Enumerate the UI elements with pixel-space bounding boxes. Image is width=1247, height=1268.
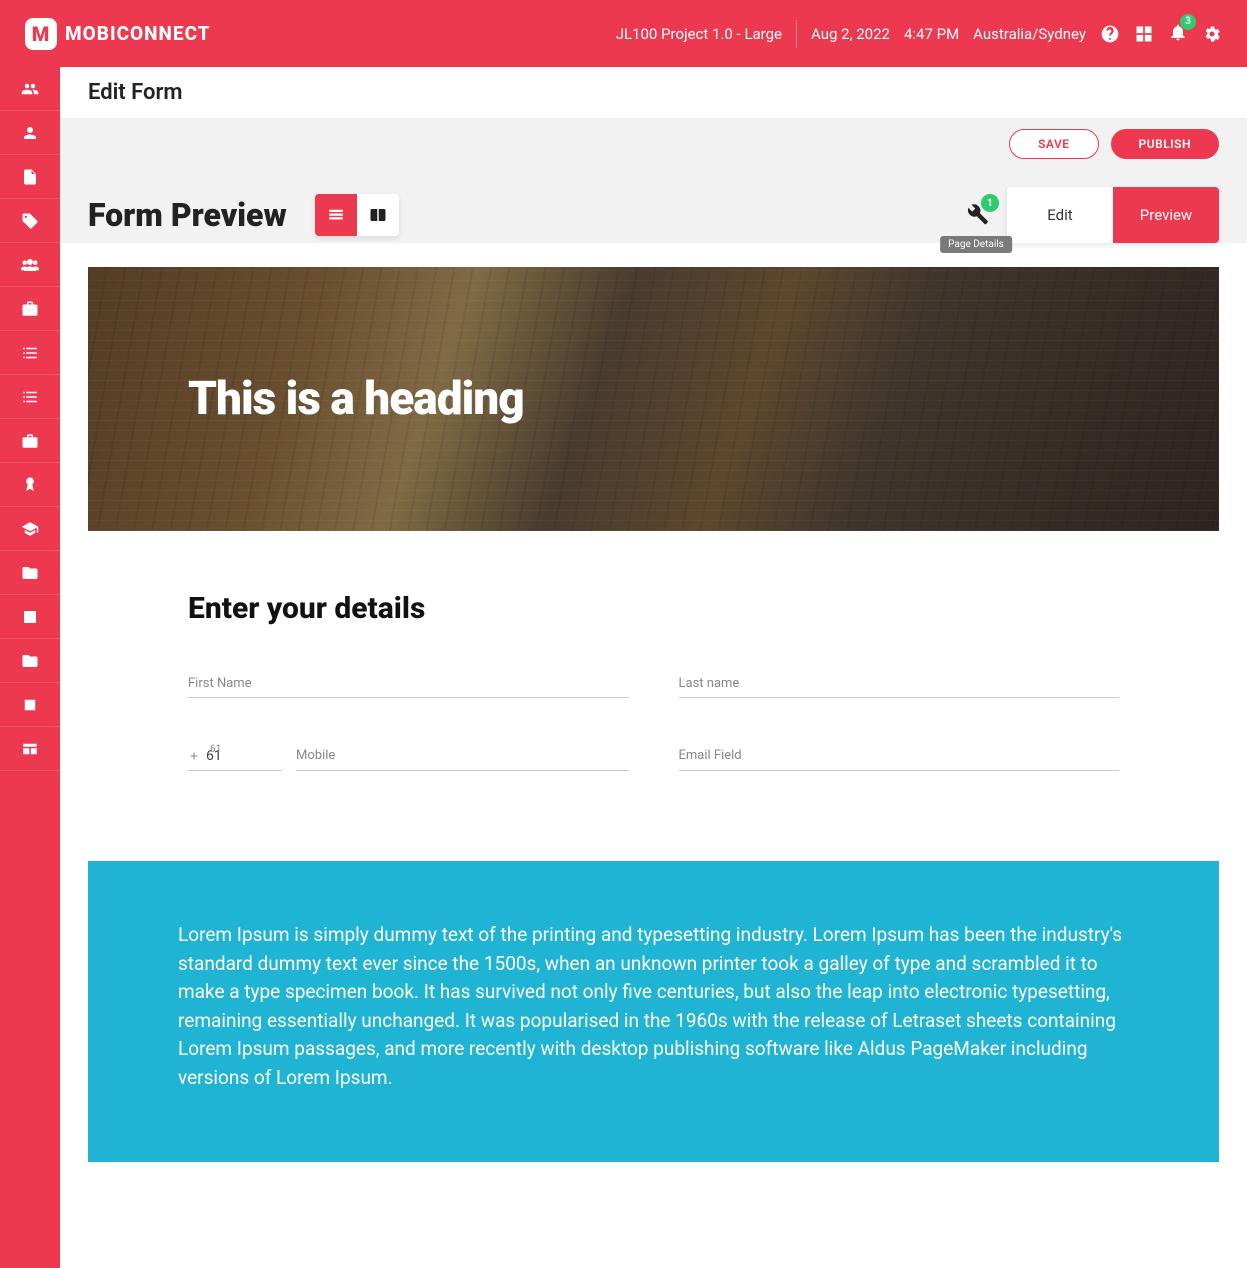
email-label: Email Field <box>679 748 1120 763</box>
brand-name: MOBICONNECT <box>65 22 211 45</box>
hero-banner: This is a heading <box>88 267 1219 531</box>
apps-icon[interactable] <box>1134 24 1154 44</box>
project-name[interactable]: JL100 Project 1.0 - Large <box>616 25 782 43</box>
view-toggle <box>315 194 399 236</box>
tab-edit[interactable]: Edit <box>1007 187 1113 243</box>
sidebar-item-briefcase[interactable] <box>0 419 60 463</box>
publish-button[interactable]: PUBLISH <box>1111 129 1219 159</box>
last-name-label: Last name <box>679 676 1120 691</box>
logo[interactable]: M MOBICONNECT <box>25 18 211 50</box>
first-name-label: First Name <box>188 676 629 691</box>
email-field[interactable]: Email Field <box>679 748 1120 771</box>
sidebar-item-team[interactable] <box>0 243 60 287</box>
mode-tabs: Edit Preview <box>1007 187 1219 243</box>
action-row: SAVE PUBLISH <box>60 119 1247 159</box>
page-details-button[interactable]: 1 Page Details <box>963 200 989 230</box>
sidebar-item-users[interactable] <box>0 67 60 111</box>
page-title: Edit Form <box>88 80 183 105</box>
form-canvas: This is a heading Enter your details Fir… <box>88 267 1219 1162</box>
sidebar-item-list2[interactable] <box>0 375 60 419</box>
subheader: Edit Form <box>60 67 1247 119</box>
section-title: Enter your details <box>188 591 1119 626</box>
cc-small-label: 61 <box>210 744 221 755</box>
save-button[interactable]: SAVE <box>1009 129 1098 159</box>
cc-value: 61 <box>188 748 282 764</box>
sidebar-item-tag[interactable] <box>0 199 60 243</box>
help-icon[interactable] <box>1100 24 1120 44</box>
sidebar-item-education[interactable] <box>0 507 60 551</box>
sidebar-item-list1[interactable] <box>0 331 60 375</box>
logo-badge-icon: M <box>25 18 57 50</box>
divider <box>796 20 797 48</box>
mobile-label: Mobile <box>296 748 629 763</box>
settings-icon[interactable] <box>1202 24 1222 44</box>
mobile-field[interactable]: Mobile <box>296 748 629 771</box>
sidebar-item-award[interactable] <box>0 463 60 507</box>
sidebar-item-medical[interactable] <box>0 595 60 639</box>
view-book-button[interactable] <box>357 194 399 236</box>
sidebar-item-folder2[interactable] <box>0 639 60 683</box>
first-name-field[interactable]: First Name <box>188 676 629 698</box>
country-code-field[interactable]: 61 61 <box>188 748 282 771</box>
sidebar-item-folder1[interactable] <box>0 551 60 595</box>
sidebar <box>0 67 60 1268</box>
hero-title: This is a heading <box>188 372 524 426</box>
sidebar-item-table[interactable] <box>0 727 60 771</box>
notif-count: 3 <box>1180 14 1196 30</box>
preview-header: Form Preview 1 Page Details Edit Preview <box>60 159 1247 243</box>
header-tz: Australia/Sydney <box>973 25 1086 43</box>
preview-title: Form Preview <box>88 196 287 234</box>
sidebar-item-profile[interactable] <box>0 111 60 155</box>
header-date: Aug 2, 2022 <box>811 25 890 43</box>
wrench-badge: 1 <box>981 194 999 212</box>
tab-preview[interactable]: Preview <box>1113 187 1219 243</box>
view-list-button[interactable] <box>315 194 357 236</box>
main: Edit Form SAVE PUBLISH Form Preview 1 Pa… <box>60 67 1247 1268</box>
topbar: M MOBICONNECT JL100 Project 1.0 - Large … <box>0 0 1247 67</box>
last-name-field[interactable]: Last name <box>679 676 1120 698</box>
phone-row: 61 61 Mobile <box>188 748 629 771</box>
plus-icon <box>188 750 200 762</box>
tooltip: Page Details <box>940 236 1012 253</box>
info-block: Lorem Ipsum is simply dummy text of the … <box>88 861 1219 1162</box>
form-section: Enter your details First Name Last name … <box>88 531 1219 841</box>
sidebar-item-document[interactable] <box>0 155 60 199</box>
sidebar-item-square[interactable] <box>0 683 60 727</box>
notifications[interactable]: 3 <box>1168 22 1188 46</box>
sidebar-item-package[interactable] <box>0 287 60 331</box>
header-time: 4:47 PM <box>904 25 959 43</box>
